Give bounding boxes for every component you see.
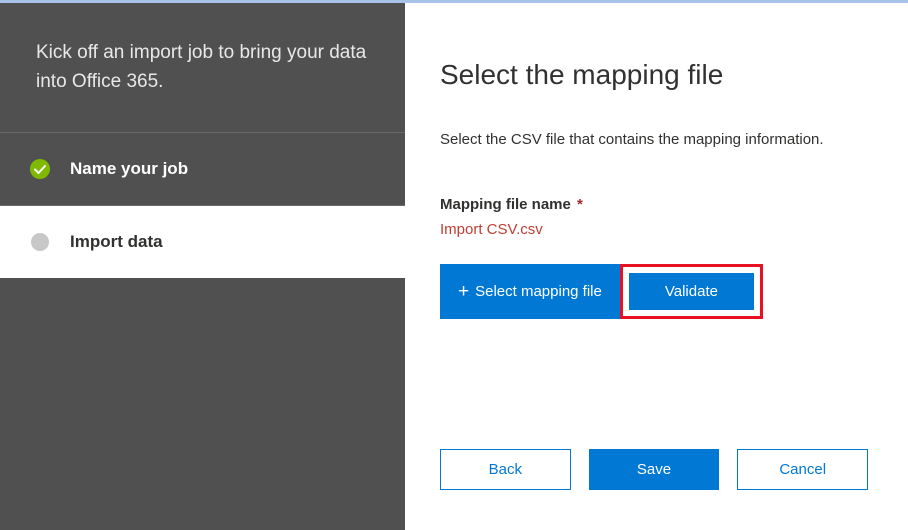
mapping-file-label: Mapping file name * xyxy=(440,196,868,213)
sidebar-header: Kick off an import job to bring your dat… xyxy=(0,3,405,133)
sidebar-step-name-job[interactable]: Name your job xyxy=(0,133,405,206)
select-mapping-file-button[interactable]: + Select mapping file xyxy=(440,264,620,319)
validate-highlight-box: Validate xyxy=(620,264,763,319)
validate-button[interactable]: Validate xyxy=(629,273,754,310)
sidebar-step-import-data[interactable]: Import data xyxy=(0,206,405,278)
wizard-container: Kick off an import job to bring your dat… xyxy=(0,3,908,530)
page-title: Select the mapping file xyxy=(440,59,868,91)
checkmark-icon xyxy=(28,157,52,181)
step-label: Name your job xyxy=(70,159,188,179)
file-action-buttons: + Select mapping file Validate xyxy=(440,264,868,319)
wizard-main: Select the mapping file Select the CSV f… xyxy=(405,3,908,530)
field-label-text: Mapping file name xyxy=(440,196,571,213)
required-indicator: * xyxy=(577,196,583,213)
step-label: Import data xyxy=(70,232,163,252)
back-button[interactable]: Back xyxy=(440,449,571,490)
plus-icon: + xyxy=(458,281,469,303)
mapping-file-name: Import CSV.csv xyxy=(440,221,868,238)
save-button[interactable]: Save xyxy=(589,449,720,490)
page-description: Select the CSV file that contains the ma… xyxy=(440,131,868,148)
wizard-footer-buttons: Back Save Cancel xyxy=(440,449,868,490)
select-file-label: Select mapping file xyxy=(475,283,602,300)
circle-icon xyxy=(28,230,52,254)
cancel-button[interactable]: Cancel xyxy=(737,449,868,490)
sidebar-filler xyxy=(0,278,405,530)
wizard-sidebar: Kick off an import job to bring your dat… xyxy=(0,3,405,530)
